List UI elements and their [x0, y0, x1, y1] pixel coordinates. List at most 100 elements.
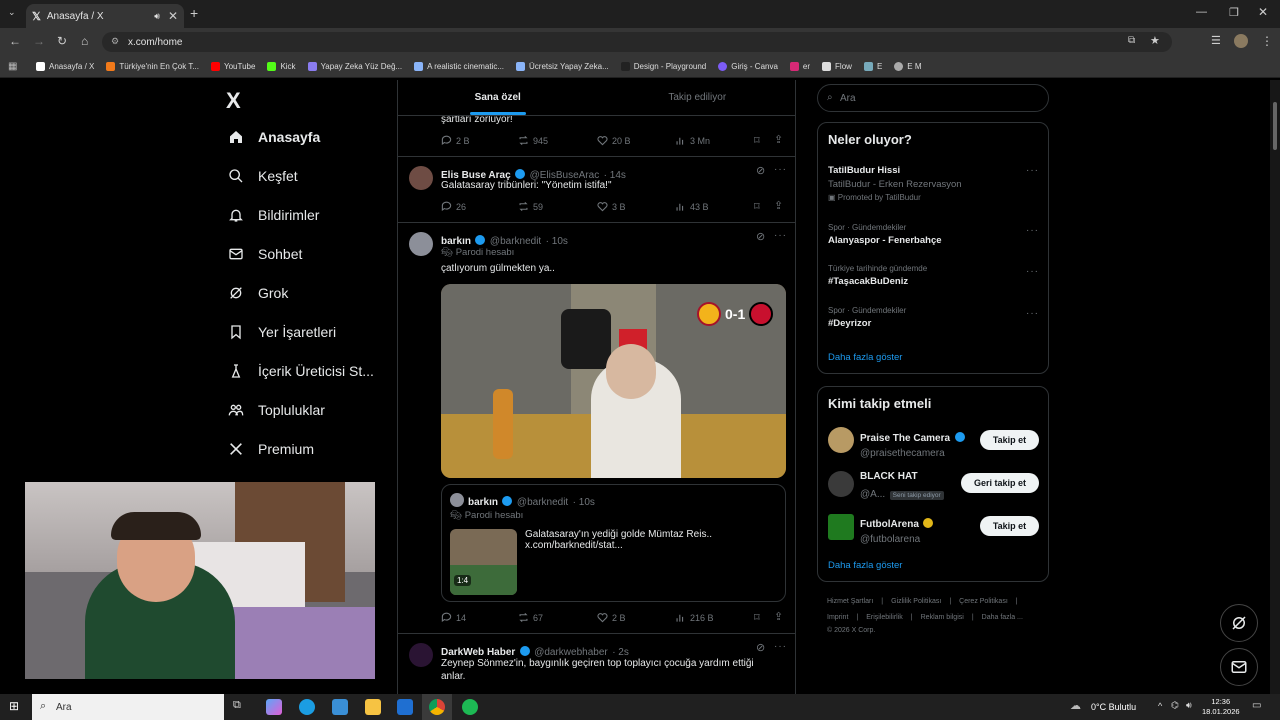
tray-expand-icon[interactable]: ^ [1158, 701, 1162, 711]
follow-button[interactable]: Takip et [980, 430, 1039, 450]
show-more-link[interactable]: Daha fazla göster [828, 352, 902, 363]
views-button[interactable]: 216 B [675, 612, 714, 623]
trend-item[interactable]: Spor · Gündemdekiler Alanyaspor - Fenerb… [828, 223, 942, 246]
site-info-icon[interactable]: ⚙ [111, 36, 119, 47]
follow-back-button[interactable]: Geri takip et [961, 473, 1039, 493]
bookmark-star-icon[interactable]: ★ [1150, 34, 1160, 47]
promoted-trend[interactable]: TatilBudur Hissi TatilBudur - Erken Reze… [828, 165, 962, 202]
more-icon[interactable]: ··· [1026, 165, 1039, 176]
x-logo[interactable]: X [226, 88, 241, 114]
share-icon[interactable]: ⇪ [774, 199, 783, 212]
bookmark-item[interactable]: Design - Playground [620, 62, 706, 71]
bookmark-item[interactable]: Türkiye'nin En Çok T... [106, 62, 199, 71]
avatar[interactable] [409, 232, 433, 256]
more-icon[interactable]: ··· [774, 164, 787, 175]
quote-thumbnail[interactable]: 1:4 [450, 529, 517, 595]
quote-tweet[interactable]: barkın @barknedit · 10s 🎭︎ Parodi hesabı… [441, 484, 786, 602]
grok-tweet-icon[interactable]: ⊘ [756, 230, 765, 243]
weather-icon[interactable]: ☁ [1070, 699, 1081, 712]
avatar[interactable] [409, 166, 433, 190]
file-explorer-icon[interactable] [365, 699, 381, 715]
share-icon[interactable]: ⇪ [774, 133, 783, 146]
reply-button[interactable]: 2 B [441, 135, 470, 146]
spotify-icon[interactable] [462, 699, 478, 715]
browser-tab[interactable]: 𝕏 Anasayfa / X 🔊︎ ✕ [26, 4, 184, 28]
sidebar-item-creator-studio[interactable]: İçerik Üreticisi St... [228, 363, 374, 379]
bookmark-item[interactable]: Yapay Zeka Yüz Değ... [307, 62, 402, 71]
sidebar-item-communities[interactable]: Topluluklar [228, 402, 325, 418]
tab-following[interactable]: Takip ediliyor [598, 80, 796, 115]
home-button-icon[interactable]: ⌂ [81, 34, 88, 48]
grok-fab-button[interactable] [1220, 604, 1258, 642]
trend-item[interactable]: Spor · Gündemdekiler #Deyrizor [828, 306, 906, 329]
views-button[interactable]: 3 Mn [675, 135, 710, 146]
outlook-icon[interactable] [397, 699, 413, 715]
sidebar-item-bookmarks[interactable]: Yer İşaretleri [228, 324, 336, 340]
messages-fab-button[interactable] [1220, 648, 1258, 686]
more-icon[interactable]: ··· [1026, 308, 1039, 319]
grok-tweet-icon[interactable]: ⊘ [756, 164, 765, 177]
sidebar-item-explore[interactable]: Keşfet [228, 168, 298, 184]
more-icon[interactable]: ··· [774, 230, 787, 241]
reply-button[interactable]: 26 [441, 201, 466, 212]
bookmark-item[interactable]: Giriş - Canva [718, 62, 778, 71]
suggestion-item[interactable]: FutbolArena @futbolarena [860, 514, 934, 545]
author-handle[interactable]: @barknedit [490, 236, 541, 247]
bookmark-item[interactable]: Ücretsiz Yapay Zeka... [516, 62, 609, 71]
views-button[interactable]: 43 B [675, 201, 709, 212]
taskbar-search[interactable]: ⌕ Ara [32, 694, 224, 720]
avatar[interactable] [828, 514, 854, 540]
back-icon[interactable]: ← [9, 34, 21, 48]
tweet-video[interactable]: 0-1 [441, 284, 786, 478]
bookmark-tweet-icon[interactable]: ⌑ [754, 134, 760, 147]
footer-link[interactable]: Çerez Politikası [959, 598, 1008, 605]
repost-button[interactable]: 59 [518, 201, 543, 212]
sidebar-item-home[interactable]: Anasayfa [228, 129, 320, 145]
network-icon[interactable]: ⌬ [1171, 700, 1179, 711]
sidebar-item-premium[interactable]: Premium [228, 441, 314, 457]
bookmark-tweet-icon[interactable]: ⌑ [754, 611, 760, 624]
tab-for-you[interactable]: Sana özel [398, 80, 598, 115]
reload-icon[interactable]: ↻ [57, 34, 67, 48]
sidebar-item-chat[interactable]: Sohbet [228, 246, 302, 262]
reply-button[interactable]: 14 [441, 612, 466, 623]
follow-button[interactable]: Takip et [980, 516, 1039, 536]
footer-link[interactable]: Gizlilik Politikası [891, 598, 941, 605]
repost-button[interactable]: 67 [518, 612, 543, 623]
bookmark-item[interactable]: E M [894, 62, 922, 71]
clock[interactable]: 12:36 18.01.2026 [1202, 697, 1240, 717]
close-window-icon[interactable]: ✕ [1258, 5, 1268, 19]
more-icon[interactable]: ··· [1026, 266, 1039, 277]
reading-list-icon[interactable]: ☰ [1211, 34, 1221, 47]
suggestion-item[interactable]: BLACK HAT @A... Seni takip ediyor [860, 471, 944, 502]
close-tab-icon[interactable]: ✕ [168, 9, 178, 23]
browser-menu-icon[interactable]: ⋮ [1261, 34, 1273, 48]
more-icon[interactable]: ··· [774, 641, 787, 652]
chrome-taskbar-button[interactable] [422, 694, 452, 720]
author-name[interactable]: barkın [441, 236, 471, 247]
sidebar-item-grok[interactable]: Grok [228, 285, 288, 301]
bookmark-item[interactable]: Anasayfa / X [36, 62, 94, 71]
bookmark-item[interactable]: er [789, 62, 810, 71]
avatar[interactable] [828, 471, 854, 497]
windows-start-icon[interactable]: ⊞ [9, 699, 19, 713]
show-more-link[interactable]: Daha fazla göster [828, 560, 902, 571]
trend-item[interactable]: Türkiye tarihinde gündemde #TaşacakBuDen… [828, 264, 927, 287]
profile-avatar[interactable] [1234, 34, 1248, 48]
copilot-icon[interactable] [266, 699, 282, 715]
notifications-icon[interactable]: ▭ [1252, 700, 1261, 711]
forward-icon[interactable]: → [33, 34, 45, 48]
avatar[interactable] [828, 427, 854, 453]
store-icon[interactable] [332, 699, 348, 715]
sidebar-item-notifications[interactable]: Bildirimler [228, 207, 319, 223]
bookmark-tweet-icon[interactable]: ⌑ [754, 200, 760, 213]
edge-icon[interactable] [299, 699, 315, 715]
footer-link[interactable]: Hizmet Şartları [827, 598, 873, 605]
bookmark-item[interactable]: Kick [267, 62, 296, 71]
quote-link[interactable]: x.com/barknedit/stat... [525, 540, 775, 551]
like-button[interactable]: 2 B [597, 612, 626, 623]
scrollbar-thumb[interactable] [1273, 102, 1277, 150]
url-bar[interactable]: ⚙ x.com/home ⧉ ★ [102, 32, 1172, 52]
repost-button[interactable]: 945 [518, 135, 548, 146]
bookmark-item[interactable]: E [863, 62, 882, 71]
